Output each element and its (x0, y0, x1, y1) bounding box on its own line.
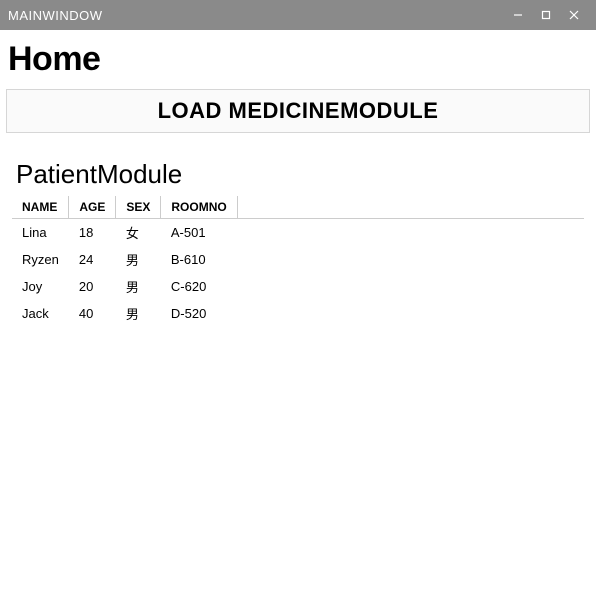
column-header-roomno[interactable]: ROOMNO (161, 196, 237, 219)
cell-sex: 男 (116, 246, 161, 273)
cell-name: Ryzen (12, 246, 69, 273)
maximize-icon (541, 10, 551, 20)
maximize-button[interactable] (532, 0, 560, 30)
close-button[interactable] (560, 0, 588, 30)
column-header-name[interactable]: NAME (12, 196, 69, 219)
cell-sex: 男 (116, 273, 161, 300)
load-medicinemodule-button[interactable]: LOAD MEDICINEMODULE (6, 89, 590, 133)
minimize-button[interactable] (504, 0, 532, 30)
cell-sex: 女 (116, 219, 161, 247)
cell-sex: 男 (116, 300, 161, 327)
cell-room: D-520 (161, 300, 237, 327)
cell-age: 40 (69, 300, 116, 327)
cell-age: 18 (69, 219, 116, 247)
minimize-icon (513, 10, 523, 20)
table-row[interactable]: Joy 20 男 C-620 (12, 273, 584, 300)
window-titlebar: MAINWINDOW (0, 0, 596, 30)
patient-table: NAME AGE SEX ROOMNO Lina 18 女 A-501 Ryze… (12, 196, 584, 327)
module-title: PatientModule (16, 159, 590, 190)
column-header-sex[interactable]: SEX (116, 196, 161, 219)
main-content: Home LOAD MEDICINEMODULE PatientModule N… (0, 30, 596, 331)
cell-name: Joy (12, 273, 69, 300)
cell-name: Lina (12, 219, 69, 247)
cell-room: B-610 (161, 246, 237, 273)
column-header-age[interactable]: AGE (69, 196, 116, 219)
window-title: MAINWINDOW (8, 8, 103, 23)
cell-room: A-501 (161, 219, 237, 247)
cell-room: C-620 (161, 273, 237, 300)
table-row[interactable]: Lina 18 女 A-501 (12, 219, 584, 247)
cell-name: Jack (12, 300, 69, 327)
table-row[interactable]: Jack 40 男 D-520 (12, 300, 584, 327)
page-title: Home (8, 40, 588, 79)
table-header-row: NAME AGE SEX ROOMNO (12, 196, 584, 219)
column-header-empty (237, 196, 584, 219)
close-icon (569, 10, 579, 20)
cell-age: 24 (69, 246, 116, 273)
cell-age: 20 (69, 273, 116, 300)
patient-table-wrap: NAME AGE SEX ROOMNO Lina 18 女 A-501 Ryze… (12, 196, 584, 327)
table-row[interactable]: Ryzen 24 男 B-610 (12, 246, 584, 273)
